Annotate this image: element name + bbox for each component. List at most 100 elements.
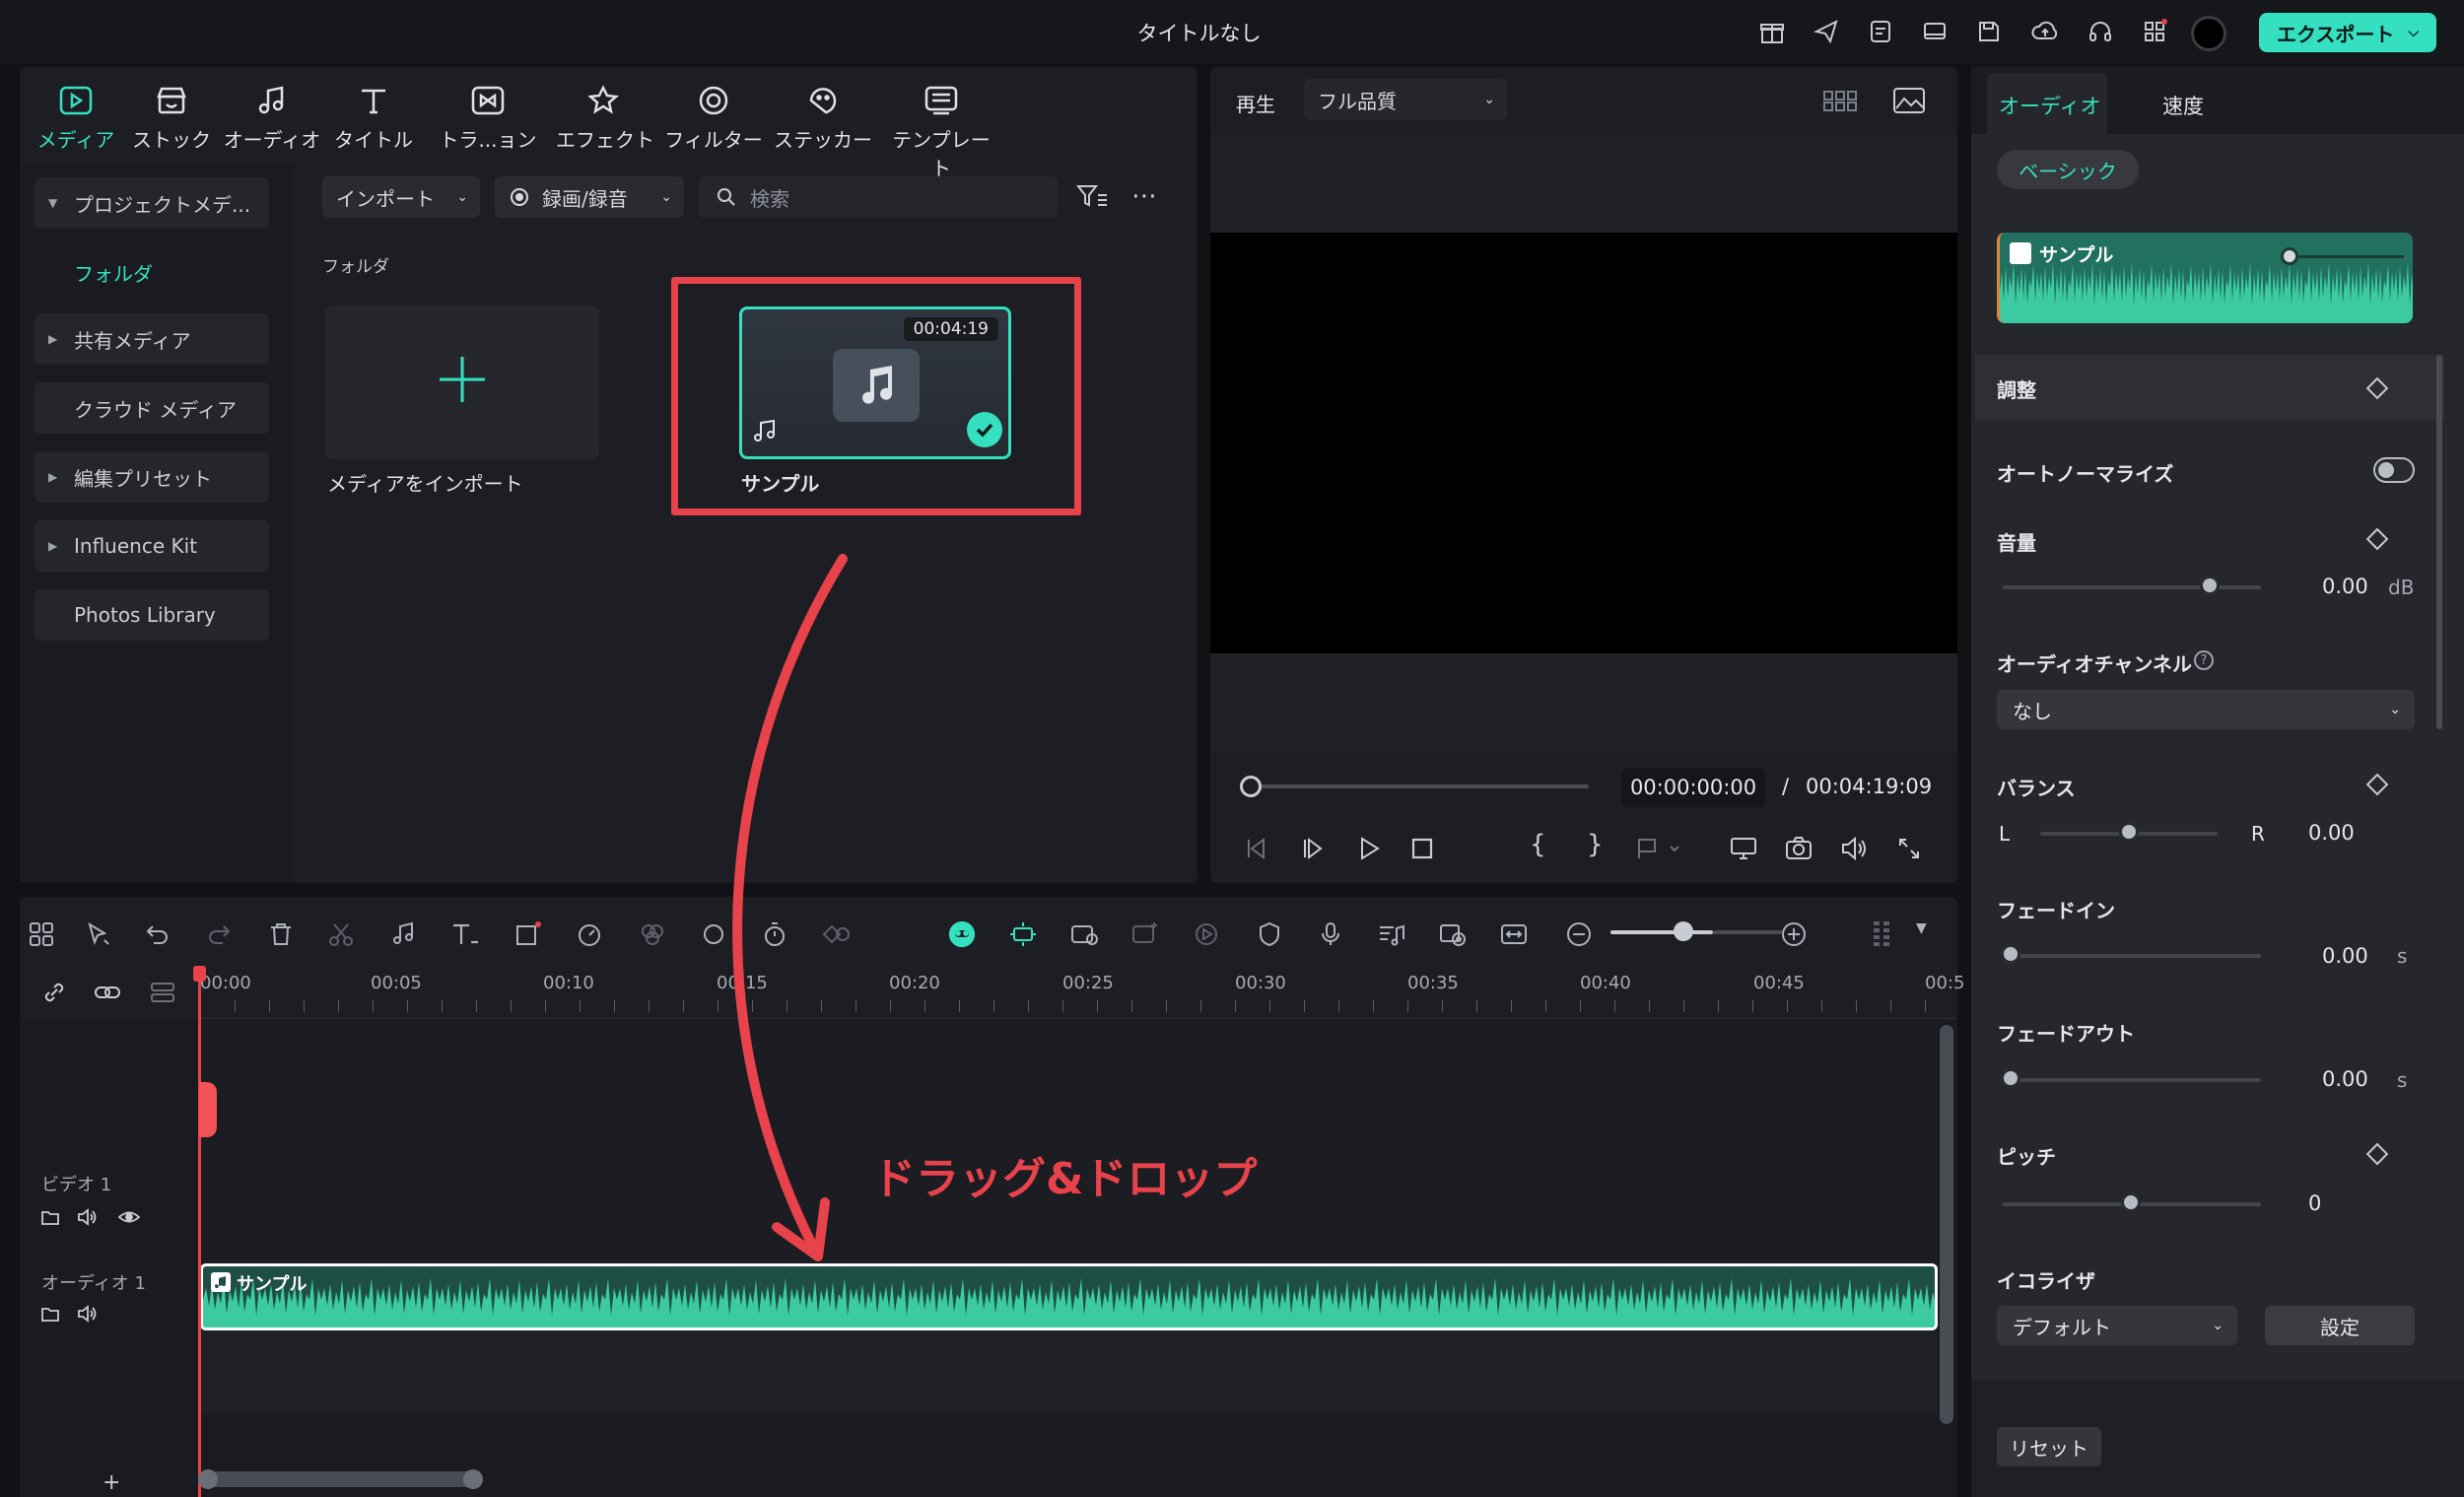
sidebar-item-folder[interactable]: フォルダ bbox=[74, 258, 153, 287]
speaker-icon[interactable] bbox=[75, 1204, 101, 1230]
caret-down-icon[interactable]: ▼ bbox=[1916, 920, 1927, 936]
audio-clip[interactable]: サンプル bbox=[200, 1263, 1938, 1330]
horizontal-scroll-thumb[interactable] bbox=[203, 1471, 477, 1487]
equalizer-settings-button[interactable]: 設定 bbox=[2265, 1306, 2415, 1345]
current-timecode[interactable]: 00:00:00:00 bbox=[1621, 768, 1765, 807]
select-cursor-icon[interactable] bbox=[79, 915, 118, 954]
mark-out-icon[interactable]: } bbox=[1587, 830, 1604, 859]
tool-title[interactable]: タイトル bbox=[324, 77, 423, 153]
zoom-out-icon[interactable] bbox=[1559, 915, 1599, 954]
clip-volume-knob[interactable] bbox=[2281, 247, 2298, 265]
volume-slider-knob[interactable] bbox=[2200, 576, 2220, 595]
audio-mixer-icon[interactable] bbox=[1372, 915, 1411, 954]
fade-out-slider-knob[interactable] bbox=[2001, 1068, 2020, 1088]
preview-canvas[interactable] bbox=[1210, 233, 1957, 653]
speed-icon[interactable] bbox=[570, 915, 609, 954]
snapshot-icon[interactable] bbox=[1782, 832, 1815, 865]
tool-filter[interactable]: フィルター bbox=[664, 77, 763, 153]
search-input[interactable]: 検索 bbox=[699, 176, 1058, 218]
tab-audio[interactable]: オーディオ bbox=[1987, 73, 2107, 134]
layout-icon[interactable] bbox=[22, 915, 61, 954]
auto-normalize-toggle[interactable] bbox=[2373, 457, 2415, 483]
gift-icon[interactable] bbox=[1754, 14, 1790, 49]
tool-template[interactable]: テンプレート bbox=[887, 77, 995, 181]
help-icon[interactable]: ? bbox=[2194, 650, 2214, 670]
basic-chip[interactable]: ベーシック bbox=[1997, 150, 2139, 189]
render-icon[interactable] bbox=[1187, 915, 1226, 954]
stop-icon[interactable] bbox=[1405, 832, 1439, 865]
filter-sort-icon[interactable] bbox=[1074, 181, 1110, 213]
send-icon[interactable] bbox=[1809, 14, 1844, 49]
display-icon[interactable] bbox=[1917, 14, 1952, 49]
eye-icon[interactable] bbox=[116, 1204, 142, 1230]
zoom-slider-track[interactable] bbox=[1713, 930, 1782, 934]
playback-scrubber[interactable] bbox=[1250, 784, 1589, 788]
zoom-in-icon[interactable] bbox=[1774, 915, 1814, 954]
pitch-value-input[interactable]: 0 bbox=[2293, 1184, 2415, 1223]
link-icon[interactable] bbox=[37, 976, 71, 1009]
track-layout-icon[interactable] bbox=[1863, 915, 1902, 954]
balance-value-input[interactable]: 0.00 bbox=[2293, 813, 2415, 852]
fade-out-slider[interactable] bbox=[2003, 1078, 2261, 1082]
tool-audio[interactable]: オーディオ bbox=[223, 77, 321, 153]
sidebar-item-edit-presets[interactable]: ▶ 編集プリセット bbox=[34, 451, 269, 503]
ai-assistant-icon[interactable] bbox=[942, 915, 982, 954]
reset-button[interactable]: リセット bbox=[1997, 1427, 2101, 1466]
scissors-icon[interactable] bbox=[321, 915, 361, 954]
text-tool-icon[interactable] bbox=[445, 915, 485, 954]
scrubber-knob[interactable] bbox=[1240, 776, 1262, 797]
scroll-handle-right[interactable] bbox=[463, 1469, 483, 1489]
clip-waveform-preview[interactable]: サンプル bbox=[1997, 233, 2413, 323]
color-icon[interactable] bbox=[633, 915, 672, 954]
tool-media[interactable]: メディア bbox=[27, 77, 125, 153]
vertical-scroll-thumb[interactable] bbox=[1940, 1025, 1953, 1424]
balance-slider-knob[interactable] bbox=[2119, 822, 2139, 842]
sidebar-item-cloud-media[interactable]: クラウド メディア bbox=[34, 382, 269, 434]
sidebar-item-project-media[interactable]: ▼ プロジェクトメデ... bbox=[34, 177, 269, 229]
delete-icon[interactable] bbox=[261, 915, 301, 954]
folder-lock-icon[interactable] bbox=[37, 1204, 63, 1230]
previous-frame-icon[interactable] bbox=[1240, 832, 1273, 865]
marker-dropdown-icon[interactable] bbox=[1634, 832, 1685, 865]
sidebar-item-influence-kit[interactable]: ▶ Influence Kit bbox=[34, 520, 269, 572]
audio-edit-icon[interactable] bbox=[384, 915, 424, 954]
playhead-marker-tab[interactable] bbox=[199, 1082, 217, 1137]
user-avatar[interactable] bbox=[2191, 16, 2226, 51]
playhead[interactable] bbox=[198, 970, 201, 1497]
tool-sticker[interactable]: ステッカー bbox=[774, 77, 872, 153]
auto-reframe-icon[interactable] bbox=[1064, 915, 1104, 954]
display-settings-icon[interactable] bbox=[1727, 832, 1760, 865]
volume-icon[interactable] bbox=[1837, 832, 1871, 865]
zoom-slider-knob[interactable] bbox=[1674, 921, 1693, 941]
microphone-icon[interactable] bbox=[1311, 915, 1350, 954]
equalizer-dropdown[interactable]: デフォルト ⌄ bbox=[1997, 1306, 2237, 1345]
import-dropdown[interactable]: インポート ⌄ bbox=[322, 176, 480, 218]
export-button[interactable]: エクスポート ⌵ bbox=[2259, 13, 2436, 52]
fade-in-slider[interactable] bbox=[2003, 954, 2261, 958]
next-frame-icon[interactable] bbox=[1297, 832, 1331, 865]
chain-icon[interactable] bbox=[91, 976, 124, 1009]
zoom-slider-fill[interactable] bbox=[1610, 930, 1713, 934]
properties-scrollbar[interactable] bbox=[2436, 355, 2442, 729]
tool-stock[interactable]: ストック bbox=[122, 77, 221, 153]
record-dropdown[interactable]: 録画/録音 ⌄ bbox=[495, 176, 684, 218]
headset-icon[interactable] bbox=[2083, 14, 2118, 49]
shield-icon[interactable] bbox=[1250, 915, 1289, 954]
preview-render-icon[interactable] bbox=[1433, 915, 1472, 954]
undo-icon[interactable] bbox=[138, 915, 177, 954]
tool-transition[interactable]: トラ...ョン bbox=[439, 77, 537, 153]
mark-in-icon[interactable]: { bbox=[1530, 830, 1546, 859]
sidebar-item-shared-media[interactable]: ▶ 共有メディア bbox=[34, 313, 269, 365]
pitch-slider-knob[interactable] bbox=[2121, 1192, 2141, 1212]
sparkle-edit-icon[interactable] bbox=[1003, 915, 1043, 954]
cloud-upload-icon[interactable] bbox=[2027, 14, 2063, 49]
add-media-icon[interactable] bbox=[1126, 915, 1165, 954]
video-track-lane[interactable] bbox=[200, 1020, 1938, 1264]
sidebar-item-photos-library[interactable]: Photos Library bbox=[34, 589, 269, 641]
volume-slider[interactable] bbox=[2003, 585, 2261, 589]
audio-channel-dropdown[interactable]: なし ⌄ bbox=[1997, 690, 2415, 729]
image-icon[interactable] bbox=[1890, 85, 1928, 116]
scroll-handle-left[interactable] bbox=[198, 1469, 218, 1489]
fit-timeline-icon[interactable] bbox=[1494, 915, 1534, 954]
add-track-button[interactable]: + bbox=[103, 1470, 120, 1495]
